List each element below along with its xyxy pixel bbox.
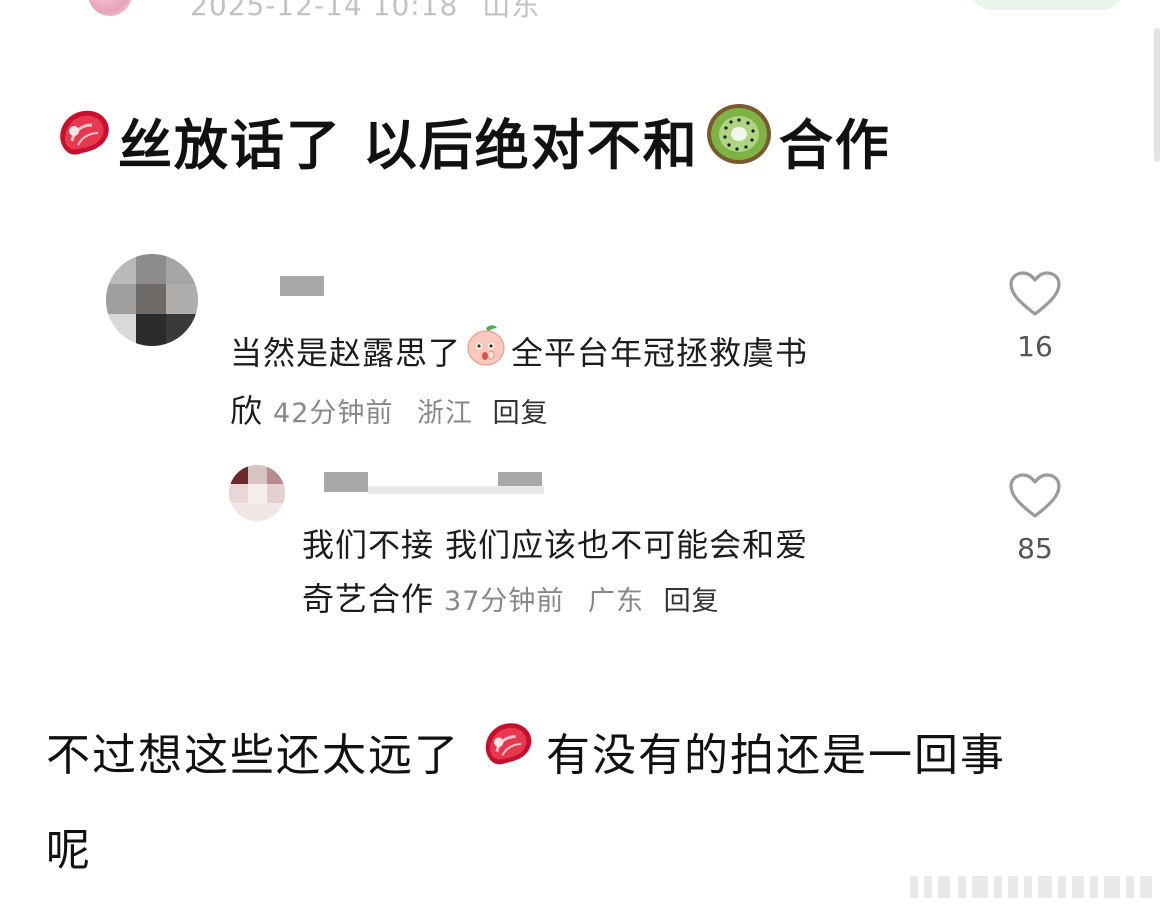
like-count: 85 — [1017, 532, 1053, 565]
kiwi-icon — [703, 98, 775, 183]
comment-time: 42分钟前 — [273, 398, 394, 429]
like-control[interactable]: 85 — [1000, 472, 1070, 565]
headline-text-2: 合作 — [778, 114, 891, 177]
watermark — [910, 876, 1152, 898]
reply-line2: 奇艺合作 — [302, 580, 435, 618]
peach-face-icon — [463, 322, 509, 384]
reply-region: 广东 — [587, 586, 644, 617]
body-line-2: 呢 — [46, 814, 92, 878]
reply-meta: 37分钟前 广东 回复 — [444, 575, 720, 629]
comment-line1: 当然是赵露思了 — [230, 334, 462, 372]
scrollbar[interactable] — [1154, 28, 1160, 162]
steak-icon — [478, 714, 540, 787]
body-text-2: 有没有的拍还是一回事 — [546, 729, 1006, 781]
comment-region: 浙江 — [416, 398, 473, 429]
follow-button[interactable] — [968, 0, 1126, 10]
heart-icon[interactable] — [1008, 472, 1062, 520]
comment-line2: 欣 — [230, 392, 264, 430]
comment-text: 当然是赵露思了 全平台年冠拯救虞书 欣 42分钟前 浙江 回复 — [230, 322, 970, 441]
reply-time: 37分钟前 — [444, 586, 565, 617]
post-meta: 2025-12-14 10:18 山东 — [190, 0, 540, 24]
commenter-avatar[interactable] — [106, 254, 198, 346]
reply-text: 我们不接 我们应该也不可能会和爱 奇艺合作 37分钟前 广东 回复 — [302, 518, 982, 629]
reply-name-redacted — [324, 472, 368, 492]
like-control[interactable]: 16 — [1000, 270, 1070, 363]
reply-avatar[interactable] — [229, 465, 285, 521]
headline-text-1: 丝放话了 以后绝对不和 — [118, 114, 699, 177]
poster-avatar[interactable] — [88, 0, 132, 16]
post-headline: 丝放话了 以后绝对不和 合作 — [52, 98, 891, 183]
body-text-3: 呢 — [46, 825, 92, 876]
post-timestamp: 2025-12-14 10:18 — [190, 0, 459, 22]
reply-name-faint — [368, 486, 544, 494]
comment-meta: 42分钟前 浙江 回复 — [273, 387, 549, 441]
body-text-1: 不过想这些还太远了 — [46, 729, 460, 781]
commenter-name-redacted — [280, 276, 324, 296]
body-line-1: 不过想这些还太远了 有没有的拍还是一回事 — [46, 714, 1006, 787]
post-location: 山东 — [482, 0, 541, 22]
like-count: 16 — [1017, 330, 1053, 363]
reply-line1: 我们不接 我们应该也不可能会和爱 — [302, 526, 809, 564]
heart-icon[interactable] — [1008, 270, 1062, 318]
reply-button[interactable]: 回复 — [493, 398, 549, 429]
comment-line1-cont: 全平台年冠拯救虞书 — [511, 334, 809, 372]
reply-button[interactable]: 回复 — [664, 586, 720, 617]
steak-icon — [52, 101, 118, 180]
